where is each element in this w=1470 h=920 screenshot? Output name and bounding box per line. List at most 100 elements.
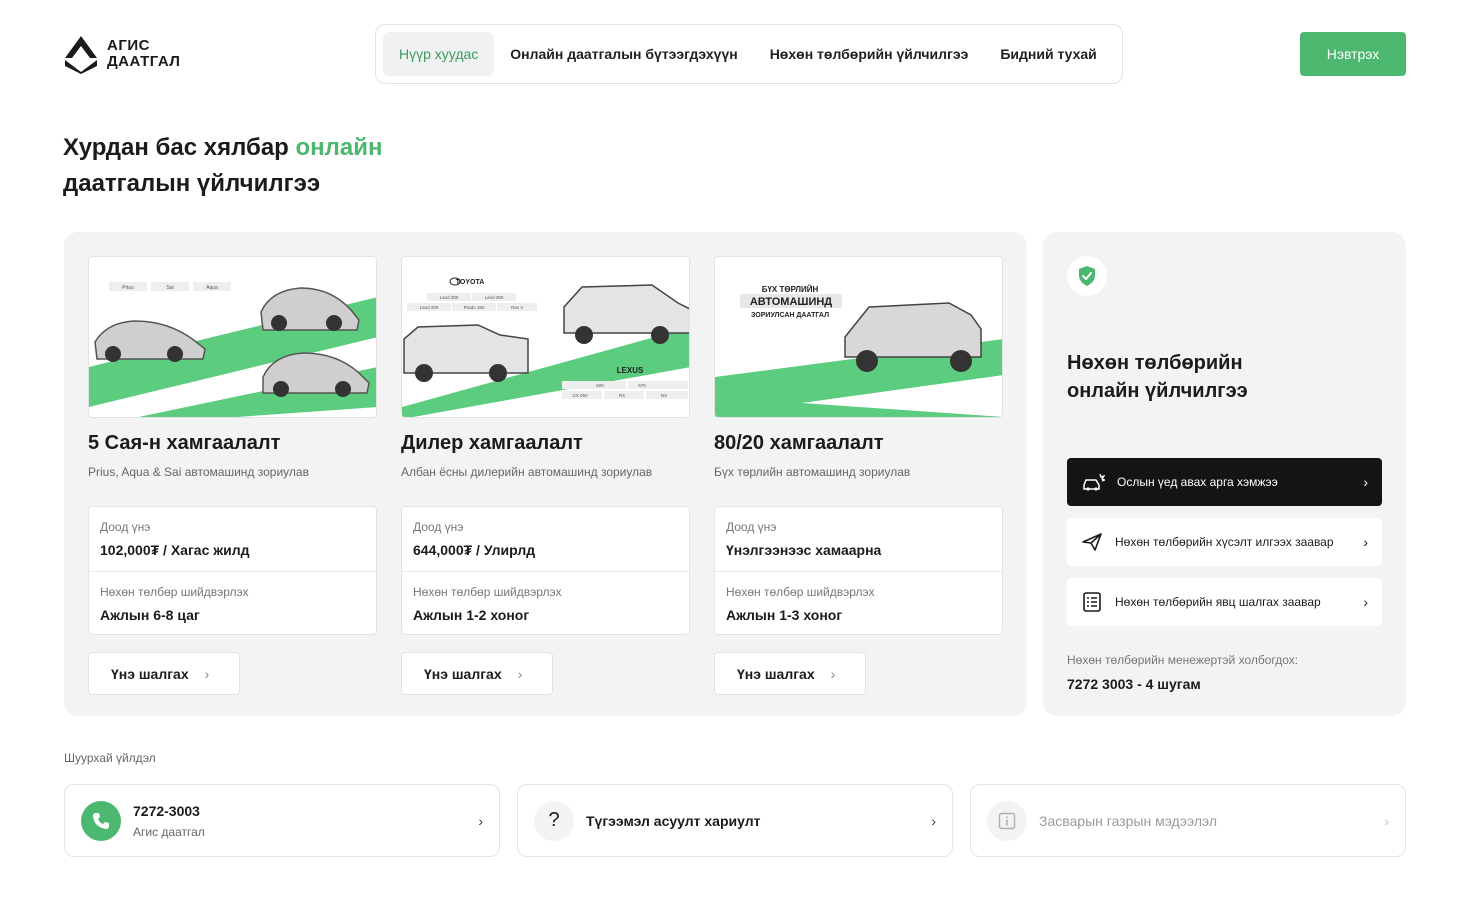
info-icon <box>987 800 1027 841</box>
question-icon: ? <box>534 800 574 841</box>
check-price-button[interactable]: Үнэ шалгах › <box>714 652 866 695</box>
product-card-80-20: БҮХ ТӨРЛИЙН АВТОМАШИНД ЗОРИУЛСАН ДААТГАЛ… <box>714 256 1003 695</box>
main-nav: Нүүр хуудас Онлайн даатгалын бүтээгдэхүү… <box>375 24 1123 84</box>
claim-time-value: Ажлын 1-2 хоног <box>413 607 530 623</box>
shield-badge <box>1067 256 1107 296</box>
img-tag: NX <box>661 393 667 398</box>
chevron-right-icon: › <box>204 665 210 682</box>
logo-line2: ДААТГАЛ <box>107 53 181 70</box>
claim-link-submit-guide[interactable]: Нөхөн төлбөрийн хүсэлт илгээх заавар › <box>1067 518 1382 566</box>
product-title: 5 Сая-н хамгаалалт <box>88 432 281 454</box>
check-price-label: Үнэ шалгах <box>111 665 189 682</box>
chevron-right-icon: › <box>1363 534 1368 550</box>
product-info: Доод үнэ 102,000₮ / Хагас жилд Нөхөн төл… <box>88 506 377 635</box>
hero-line2: даатгалын үйлчилгээ <box>63 170 321 197</box>
quick-action-faq[interactable]: ? Түгээмэл асуулт хариулт › <box>517 784 953 857</box>
claim-link-label: Нөхөн төлбөрийн хүсэлт илгээх заавар <box>1115 535 1334 549</box>
img-tag: Land 300 <box>440 295 459 300</box>
img-tag-prius: Prius <box>122 285 134 291</box>
hero-heading: Хурдан бас хялбар онлайн даатгалын үйлчи… <box>63 130 383 202</box>
price-value: Үнэлгээнээс хамаарна <box>726 542 882 558</box>
img-tag: 570 <box>638 383 646 388</box>
nav-item-claims-service[interactable]: Нөхөн төлбөрийн үйлчилгээ <box>754 32 985 76</box>
lexus-logo-text: LEXUS <box>617 366 644 375</box>
claim-time-label: Нөхөн төлбөр шийдвэрлэх <box>413 585 562 599</box>
product-title: Дилер хамгаалалт <box>401 432 583 454</box>
claims-panel: Нөхөн төлбөрийн онлайн үйлчилгээ Ослын ү… <box>1043 232 1406 716</box>
product-illustration: TOYOTA Land 300 Land 250 Land 200 Prado … <box>402 277 689 417</box>
manager-contact-phone[interactable]: 7272 3003 - 4 шугам <box>1067 676 1201 692</box>
product-info: Доод үнэ Үнэлгээнээс хамаарна Нөхөн төлб… <box>714 506 1003 635</box>
quick-repair-label: Засварын газрын мэдээлэл <box>1039 812 1218 829</box>
claim-time-label: Нөхөн төлбөр шийдвэрлэх <box>726 585 875 599</box>
product-card-5m: Prius Sai Aqua 5 Сая-н хамгаалалт Prius,… <box>88 256 377 695</box>
product-image[interactable]: Prius Sai Aqua <box>88 256 377 418</box>
claim-link-label: Ослын үед авах арга хэмжээ <box>1117 475 1278 489</box>
login-button[interactable]: Нэвтрэх <box>1300 32 1406 76</box>
chevron-right-icon: › <box>478 812 483 829</box>
quick-actions-label: Шуурхай үйлдэл <box>64 751 156 765</box>
nav-item-about[interactable]: Бидний тухай <box>984 32 1112 76</box>
claim-time-value: Ажлын 1-3 хоног <box>726 607 843 623</box>
chevron-right-icon: › <box>1363 594 1368 610</box>
logo[interactable]: АГИС ДААТГАЛ <box>63 34 180 74</box>
img-tag: Land 250 <box>485 295 504 300</box>
checklist-icon <box>1083 592 1101 612</box>
product-title: 80/20 хамгаалалт <box>714 432 884 454</box>
product-subtitle: Бүх төрлийн автомашинд зориулав <box>714 465 911 479</box>
manager-contact-label: Нөхөн төлбөрийн менежертэй холбогдох: <box>1067 653 1299 667</box>
car-crash-icon <box>1083 473 1105 491</box>
price-label: Доод үнэ <box>413 520 464 534</box>
price-label: Доод үнэ <box>100 520 151 534</box>
hero-accent: онлайн <box>295 134 383 161</box>
quick-action-repair-shops[interactable]: Засварын газрын мэдээлэл › <box>970 784 1406 857</box>
img-heading-line2: АВТОМАШИНД <box>750 296 832 308</box>
img-tag: 600 <box>596 383 604 388</box>
product-subtitle: Албан ёсны дилерийн автомашинд зориулав <box>401 465 653 479</box>
check-price-button[interactable]: Үнэ шалгах › <box>401 652 553 695</box>
quick-action-call[interactable]: 7272-3003 Агис даатгал › <box>64 784 500 857</box>
product-info: Доод үнэ 644,000₮ / Улирлд Нөхөн төлбөр … <box>401 506 690 635</box>
product-illustration: Prius Sai Aqua <box>89 282 376 417</box>
logo-mark-icon <box>65 36 97 74</box>
img-tag: Land 200 <box>420 305 439 310</box>
product-illustration: БҮХ ТӨРЛИЙН АВТОМАШИНД ЗОРИУЛСАН ДААТГАЛ <box>715 285 1002 417</box>
shield-check-icon <box>1079 266 1095 286</box>
chevron-right-icon: › <box>931 812 936 829</box>
chevron-right-icon: › <box>830 665 836 682</box>
check-price-button[interactable]: Үнэ шалгах › <box>88 652 240 695</box>
products-panel: Prius Sai Aqua 5 Сая-н хамгаалалт Prius,… <box>64 232 1027 716</box>
hero-line1: Хурдан бас хялбар <box>63 134 296 161</box>
price-value: 644,000₮ / Улирлд <box>413 542 536 558</box>
quick-call-number: 7272-3003 <box>133 802 200 819</box>
claim-link-accident-steps[interactable]: Ослын үед авах арга хэмжээ › <box>1067 458 1382 506</box>
claim-time-label: Нөхөн төлбөр шийдвэрлэх <box>100 585 249 599</box>
img-tag: Prado 150 <box>464 305 485 310</box>
phone-icon <box>81 800 121 841</box>
claim-time-value: Ажлын 6-8 цаг <box>100 607 200 623</box>
img-heading-line1: БҮХ ТӨРЛИЙН <box>762 285 819 294</box>
price-value: 102,000₮ / Хагас жилд <box>100 542 250 558</box>
quick-faq-label: Түгээмэл асуулт хариулт <box>586 812 761 829</box>
check-price-label: Үнэ шалгах <box>737 665 815 682</box>
img-heading-line3: ЗОРИУЛСАН ДААТГАЛ <box>751 312 829 319</box>
img-tag: Rav 4 <box>511 305 523 310</box>
nav-item-online-products[interactable]: Онлайн даатгалын бүтээгдэхүүн <box>494 32 753 76</box>
chevron-right-icon: › <box>1384 812 1389 829</box>
chevron-right-icon: › <box>517 665 523 682</box>
product-image[interactable]: БҮХ ТӨРЛИЙН АВТОМАШИНД ЗОРИУЛСАН ДААТГАЛ <box>714 256 1003 418</box>
img-tag: GX 550 <box>572 393 588 398</box>
quick-call-subtitle: Агис даатгал <box>133 824 205 839</box>
claim-link-label: Нөхөн төлбөрийн явц шалгах заавар <box>1115 595 1321 609</box>
claims-title: Нөхөн төлбөрийн онлайн үйлчилгээ <box>1067 352 1248 402</box>
chevron-right-icon: › <box>1363 474 1368 490</box>
img-tag-aqua: Aqua <box>206 285 218 291</box>
logo-line1: АГИС <box>107 37 150 54</box>
check-price-label: Үнэ шалгах <box>424 665 502 682</box>
send-icon <box>1082 533 1102 551</box>
nav-item-home[interactable]: Нүүр хуудас <box>383 32 495 76</box>
claim-link-status-guide[interactable]: Нөхөн төлбөрийн явц шалгах заавар › <box>1067 578 1382 626</box>
product-subtitle: Prius, Aqua & Sai автомашинд зориулав <box>88 465 309 479</box>
product-image[interactable]: TOYOTA Land 300 Land 250 Land 200 Prado … <box>401 256 690 418</box>
img-tag-sai: Sai <box>166 285 173 291</box>
